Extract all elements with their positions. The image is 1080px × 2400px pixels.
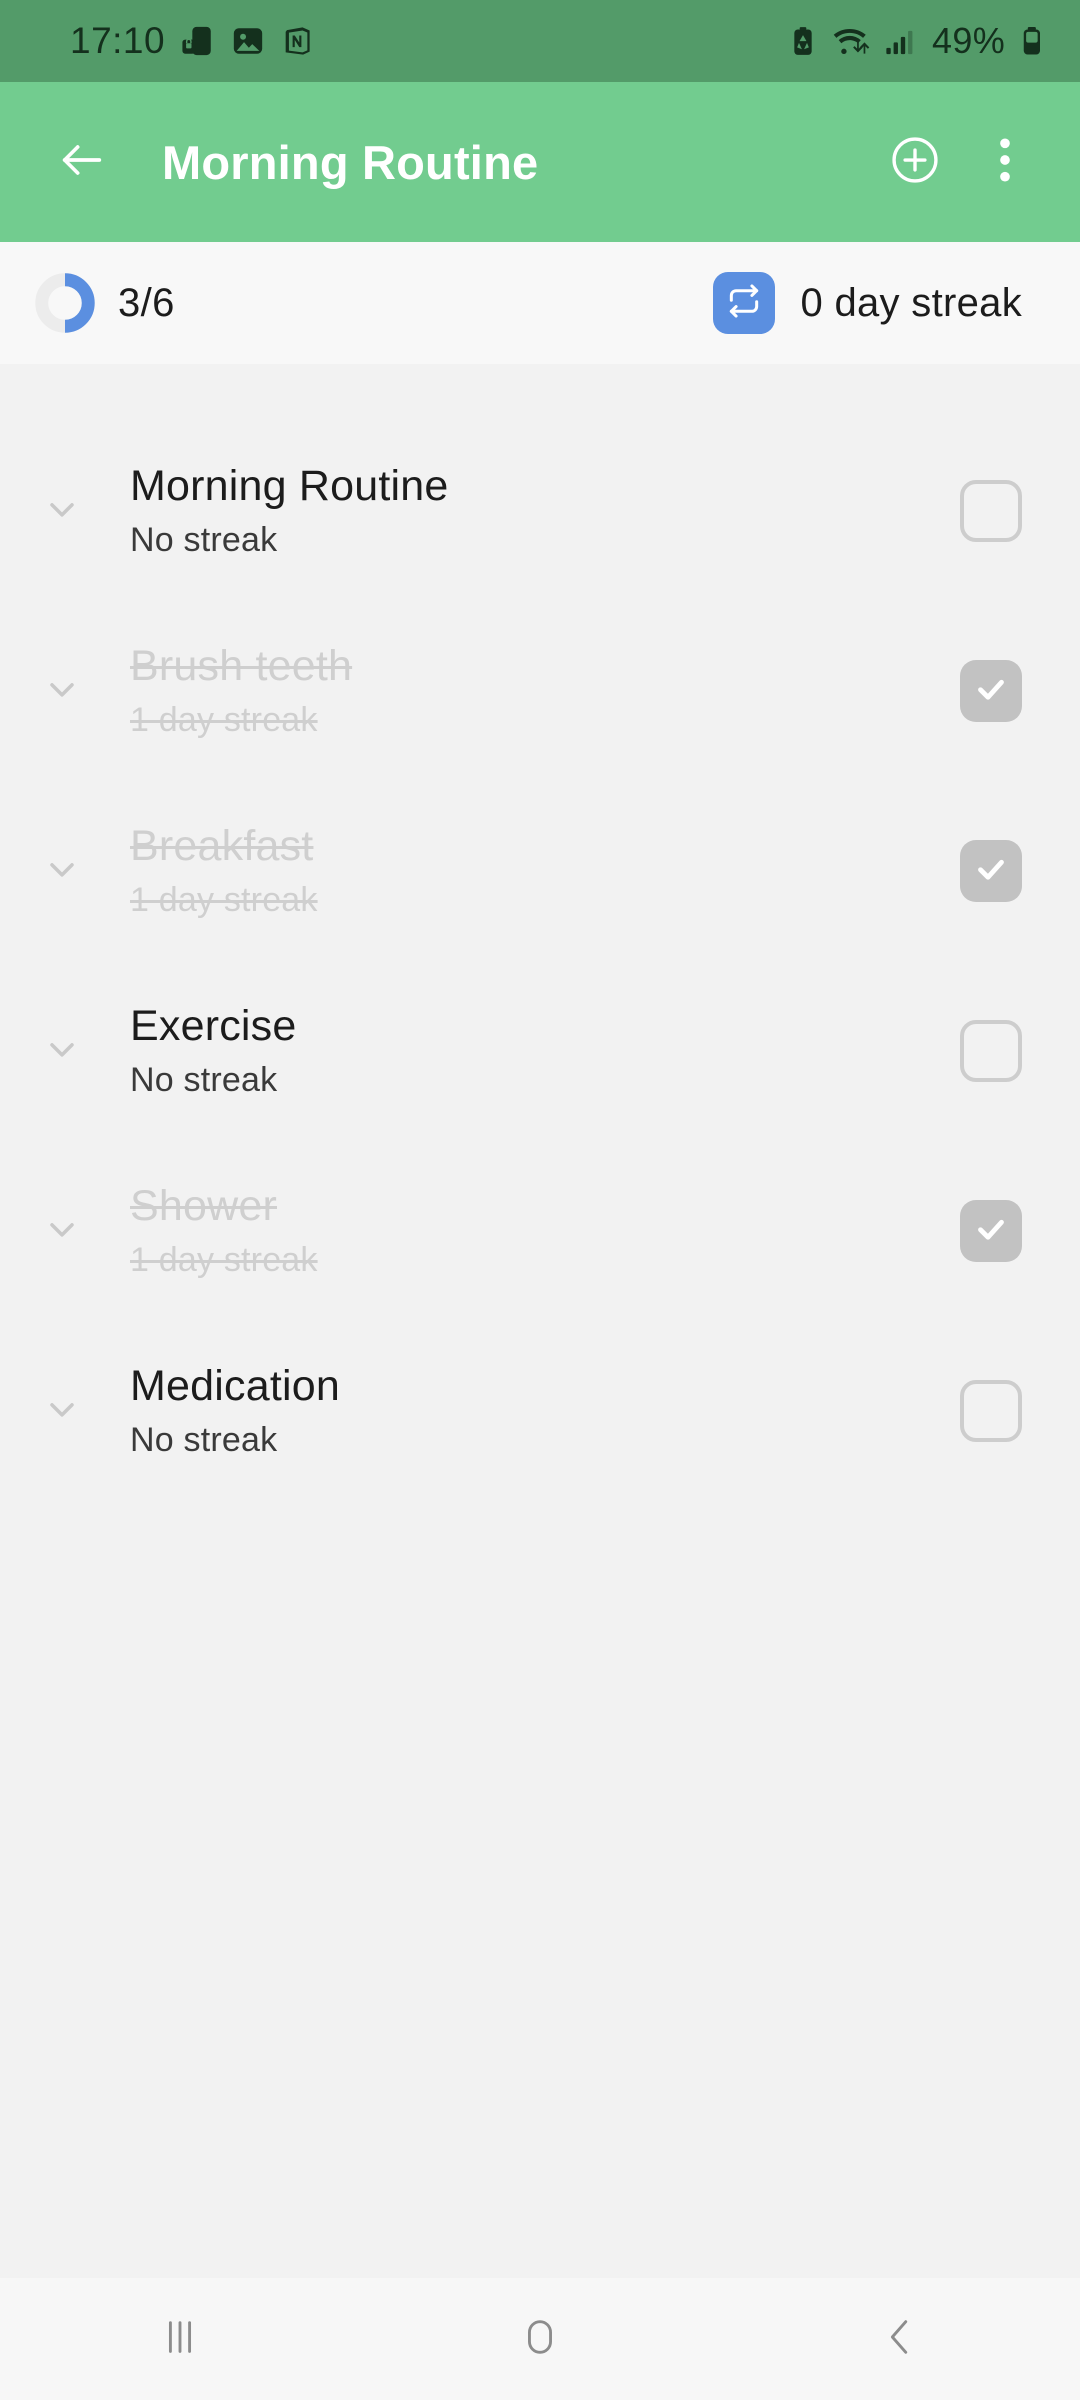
habit-text-block: Morning Routine No streak bbox=[130, 462, 960, 560]
chevron-down-icon bbox=[42, 1029, 82, 1074]
habit-name: Breakfast bbox=[130, 822, 314, 870]
habit-checkbox[interactable] bbox=[960, 840, 1022, 902]
habit-streak: 1 day streak bbox=[130, 701, 318, 739]
expand-toggle[interactable] bbox=[34, 1023, 90, 1079]
nav-back-button[interactable] bbox=[825, 2284, 975, 2394]
stats-bar: 3/6 0 day streak bbox=[0, 242, 1080, 364]
habit-checkbox[interactable] bbox=[960, 660, 1022, 722]
habit-row[interactable]: Breakfast 1 day streak bbox=[0, 781, 1080, 961]
chevron-down-icon bbox=[42, 669, 82, 714]
habit-text-block: Exercise No streak bbox=[130, 1002, 960, 1100]
expand-toggle[interactable] bbox=[34, 663, 90, 719]
habit-name: Brush teeth bbox=[130, 642, 353, 690]
habit-checkbox[interactable] bbox=[960, 1020, 1022, 1082]
notion-icon bbox=[281, 24, 315, 58]
battery-percent-label: 49% bbox=[932, 20, 1005, 61]
habit-text-block: Brush teeth 1 day streak bbox=[130, 642, 960, 740]
habit-streak: No streak bbox=[130, 521, 278, 559]
habit-row[interactable]: Exercise No streak bbox=[0, 961, 1080, 1141]
signal-bars-icon bbox=[885, 26, 915, 56]
chevron-down-icon bbox=[42, 1209, 82, 1254]
nav-recents-button[interactable] bbox=[105, 2284, 255, 2394]
check-icon bbox=[973, 671, 1009, 712]
habit-streak: No streak bbox=[130, 1421, 278, 1459]
expand-toggle[interactable] bbox=[34, 483, 90, 539]
status-bar-left: 17:10 bbox=[70, 20, 315, 62]
nav-home-button[interactable] bbox=[465, 2284, 615, 2394]
more-vertical-icon bbox=[983, 134, 1027, 191]
repeat-icon bbox=[725, 282, 763, 325]
habit-checkbox[interactable] bbox=[960, 1200, 1022, 1262]
chevron-down-icon bbox=[42, 1389, 82, 1434]
page-title: Morning Routine bbox=[162, 135, 539, 189]
habit-name: Exercise bbox=[130, 1002, 297, 1050]
system-nav-bar bbox=[0, 2278, 1080, 2400]
habit-name: Medication bbox=[130, 1362, 340, 1410]
streak-badge bbox=[712, 272, 775, 334]
battery-icon bbox=[1018, 26, 1046, 56]
habit-name: Shower bbox=[130, 1182, 277, 1230]
status-bar-right: 49% bbox=[787, 20, 1046, 62]
habit-checkbox[interactable] bbox=[960, 480, 1022, 542]
expand-toggle[interactable] bbox=[34, 1383, 90, 1439]
phone-lock-icon bbox=[181, 24, 215, 58]
check-icon bbox=[973, 1211, 1009, 1252]
app-bar: Morning Routine bbox=[0, 82, 1080, 242]
expand-toggle[interactable] bbox=[34, 1203, 90, 1259]
progress-summary: 3/6 bbox=[34, 272, 175, 334]
expand-toggle[interactable] bbox=[34, 843, 90, 899]
plus-circle-icon bbox=[888, 133, 942, 192]
add-button[interactable] bbox=[878, 125, 952, 199]
progress-label: 3/6 bbox=[118, 280, 175, 325]
recents-icon bbox=[157, 2314, 203, 2365]
chevron-down-icon bbox=[42, 489, 82, 534]
habit-row[interactable]: Shower 1 day streak bbox=[0, 1141, 1080, 1321]
nav-back-icon bbox=[877, 2314, 923, 2365]
streak-summary[interactable]: 0 day streak bbox=[712, 272, 1023, 334]
status-clock: 17:10 bbox=[70, 20, 166, 61]
habit-name: Morning Routine bbox=[130, 462, 449, 510]
habit-row[interactable]: Morning Routine No streak bbox=[0, 421, 1080, 601]
chevron-down-icon bbox=[42, 849, 82, 894]
home-icon bbox=[517, 2314, 563, 2365]
habit-checkbox[interactable] bbox=[960, 1380, 1022, 1442]
habit-streak: No streak bbox=[130, 1061, 278, 1099]
overflow-menu-button[interactable] bbox=[976, 125, 1034, 199]
photo-icon bbox=[231, 24, 265, 58]
habit-text-block: Shower 1 day streak bbox=[130, 1182, 960, 1280]
battery-saver-icon bbox=[787, 25, 819, 57]
streak-label: 0 day streak bbox=[800, 280, 1022, 325]
habit-text-block: Medication No streak bbox=[130, 1362, 960, 1460]
habit-streak: 1 day streak bbox=[130, 881, 318, 919]
habit-streak: 1 day streak bbox=[130, 1241, 318, 1279]
habit-text-block: Breakfast 1 day streak bbox=[130, 822, 960, 920]
check-icon bbox=[973, 851, 1009, 892]
wifi-icon bbox=[832, 24, 872, 58]
status-bar: 17:10 49% bbox=[0, 0, 1080, 82]
habit-row[interactable]: Brush teeth 1 day streak bbox=[0, 601, 1080, 781]
progress-ring-icon bbox=[34, 272, 96, 334]
habit-row[interactable]: Medication No streak bbox=[0, 1321, 1080, 1501]
arrow-left-icon bbox=[56, 134, 108, 191]
back-button[interactable] bbox=[46, 126, 118, 198]
habit-list: Morning Routine No streak Brush teeth 1 … bbox=[0, 364, 1080, 2117]
